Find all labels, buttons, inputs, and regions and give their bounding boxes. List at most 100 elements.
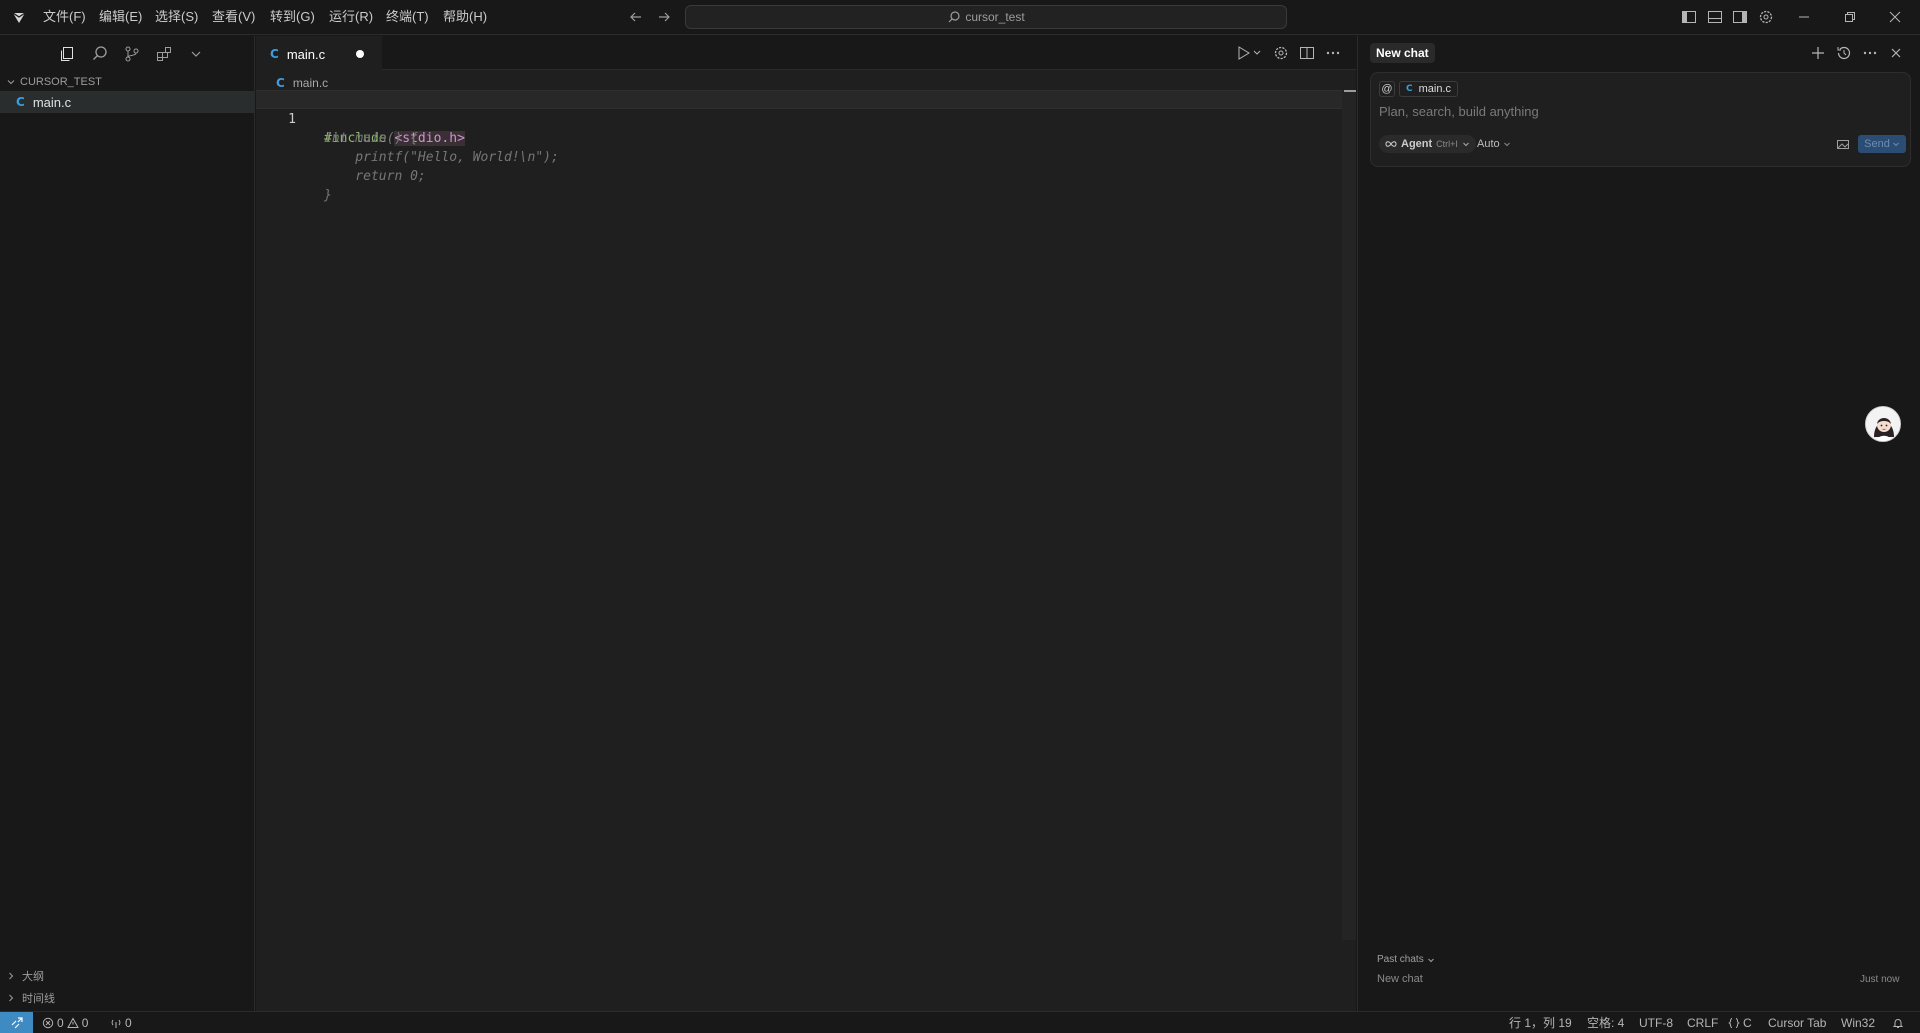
language-label: C — [1743, 1015, 1752, 1030]
forward-arrow-icon[interactable] — [656, 9, 672, 25]
past-chat-item[interactable]: New chat — [1377, 973, 1423, 985]
menu-terminal[interactable]: 终端(T) — [386, 8, 429, 26]
timeline-label: 时间线 — [22, 993, 55, 1005]
end-of-line[interactable]: CRLF — [1687, 1014, 1718, 1031]
back-arrow-icon[interactable] — [628, 9, 644, 25]
c-file-icon: C — [1406, 84, 1413, 94]
ghost-suggestion-line: int main() { — [256, 110, 1336, 146]
code-line-1[interactable]: 1 #include <stdio.h> — [256, 91, 1336, 146]
antenna-icon — [111, 1019, 121, 1028]
split-editor-icon[interactable] — [1298, 44, 1316, 62]
model-label: Auto — [1477, 138, 1500, 150]
toggle-panel-icon[interactable] — [1706, 8, 1724, 26]
cursor-tab-status[interactable]: Cursor Tab — [1768, 1014, 1826, 1031]
toggle-secondary-sidebar-icon[interactable] — [1731, 8, 1749, 26]
cursor-logo-icon — [10, 9, 28, 27]
indentation[interactable]: 空格: 4 — [1587, 1014, 1624, 1031]
agent-shortcut: Ctrl+I — [1436, 139, 1458, 149]
menu-file[interactable]: 文件(F) — [43, 8, 86, 26]
language-mode[interactable]: C — [1728, 1014, 1752, 1031]
search-icon[interactable] — [90, 44, 110, 64]
ghost-text: } — [324, 188, 332, 203]
title-bar: 文件(F) 编辑(E) 选择(S) 查看(V) 转到(G) 运行(R) 终端(T… — [0, 0, 1920, 35]
chevron-down-icon — [1427, 958, 1434, 962]
chevron-right-icon — [9, 994, 14, 1002]
chevron-down-icon[interactable] — [186, 44, 206, 64]
menu-help[interactable]: 帮助(H) — [443, 8, 487, 26]
problems-indicator[interactable]: 0 0 — [42, 1014, 88, 1031]
menu-edit[interactable]: 编辑(E) — [99, 8, 142, 26]
toggle-primary-sidebar-icon[interactable] — [1680, 8, 1698, 26]
editor-area: C main.c C main.c 1 #include <stdio.h> i… — [256, 36, 1356, 1011]
file-tree-item-main-c[interactable]: C main.c — [0, 91, 254, 113]
ports-count: 0 — [125, 1015, 132, 1030]
menu-go[interactable]: 转到(G) — [270, 8, 315, 26]
outline-section-header[interactable]: 大纲 — [6, 966, 44, 986]
cursor-position[interactable]: 行 1，列 19 — [1509, 1014, 1572, 1031]
chevron-down-icon — [7, 80, 15, 85]
menu-selection[interactable]: 选择(S) — [155, 8, 198, 26]
minimize-icon[interactable] — [1795, 8, 1813, 26]
explorer-files-icon[interactable] — [57, 44, 77, 64]
c-file-icon: C — [16, 95, 25, 109]
explorer-sidebar: CURSOR_TEST C main.c 大纲 时间线 — [0, 36, 255, 1011]
chevron-right-icon — [9, 972, 14, 980]
braces-icon — [1728, 1017, 1740, 1028]
ghost-suggestion-line: printf("Hello, World!\n"); — [256, 129, 1336, 165]
menu-run[interactable]: 运行(R) — [329, 8, 373, 26]
history-icon[interactable] — [1835, 44, 1853, 62]
restore-icon[interactable] — [1841, 8, 1859, 26]
chat-composer: @ C main.c Plan, search, build anything … — [1370, 72, 1911, 167]
avatar[interactable] — [1865, 406, 1901, 442]
timeline-section-header[interactable]: 时间线 — [6, 988, 55, 1008]
warning-count: 0 — [81, 1015, 89, 1030]
past-chats-toggle[interactable]: Past chats — [1377, 954, 1435, 965]
ports-indicator[interactable]: 0 — [110, 1014, 132, 1031]
explorer-section-header[interactable]: CURSOR_TEST — [6, 72, 102, 92]
editor-scrollbar[interactable] — [1342, 90, 1356, 940]
context-file-chip[interactable]: C main.c — [1399, 81, 1459, 97]
infinity-icon — [1385, 141, 1397, 147]
platform-indicator[interactable]: Win32 — [1841, 1014, 1875, 1031]
breadcrumb-file: main.c — [292, 76, 329, 90]
image-attach-icon[interactable] — [1835, 136, 1851, 152]
source-control-icon[interactable] — [122, 44, 142, 64]
editor-tab-bar: C main.c — [256, 36, 1356, 71]
more-actions-icon[interactable] — [1324, 44, 1342, 62]
unsaved-dot-icon[interactable] — [356, 50, 364, 58]
command-center-search[interactable]: cursor_test — [685, 5, 1287, 29]
past-chat-time: Just now — [1860, 974, 1900, 985]
send-button[interactable]: Send — [1858, 135, 1906, 153]
tab-label: main.c — [286, 46, 326, 62]
chat-tab-title[interactable]: New chat — [1370, 43, 1435, 63]
chevron-down-icon — [1503, 142, 1510, 147]
ghost-suggestion-line: } — [256, 167, 1336, 203]
chat-input[interactable]: Plan, search, build anything — [1379, 104, 1539, 119]
gear-icon[interactable] — [1757, 8, 1775, 26]
error-count: 0 — [57, 1015, 64, 1030]
encoding[interactable]: UTF-8 — [1639, 1014, 1673, 1031]
model-selector[interactable]: Auto — [1477, 135, 1511, 153]
ai-chat-panel: New chat @ C main.c Plan, search, build … — [1357, 36, 1920, 1011]
warning-icon — [66, 1016, 79, 1028]
past-chats-label: Past chats — [1377, 954, 1424, 965]
extensions-icon[interactable] — [154, 44, 174, 64]
run-debug-icon[interactable] — [1234, 44, 1264, 62]
remote-indicator-icon[interactable] — [0, 1012, 33, 1033]
add-context-at-button[interactable]: @ — [1379, 81, 1395, 97]
gear-icon[interactable] — [1272, 44, 1290, 62]
notifications-bell-icon[interactable] — [1892, 1014, 1904, 1031]
new-chat-plus-icon[interactable] — [1809, 44, 1827, 62]
chevron-down-icon — [1463, 142, 1469, 147]
close-icon[interactable] — [1886, 8, 1904, 26]
send-label: Send — [1864, 138, 1890, 150]
close-icon[interactable] — [1887, 44, 1905, 62]
c-file-icon: C — [270, 47, 279, 61]
command-center-label: cursor_test — [965, 10, 1025, 24]
menu-view[interactable]: 查看(V) — [212, 8, 255, 26]
more-actions-icon[interactable] — [1861, 44, 1879, 62]
chevron-down-icon — [1892, 142, 1899, 147]
ghost-suggestion-line: return 0; — [256, 148, 1336, 184]
agent-mode-dropdown[interactable]: Agent Ctrl+I — [1379, 135, 1476, 153]
outline-label: 大纲 — [22, 971, 44, 983]
